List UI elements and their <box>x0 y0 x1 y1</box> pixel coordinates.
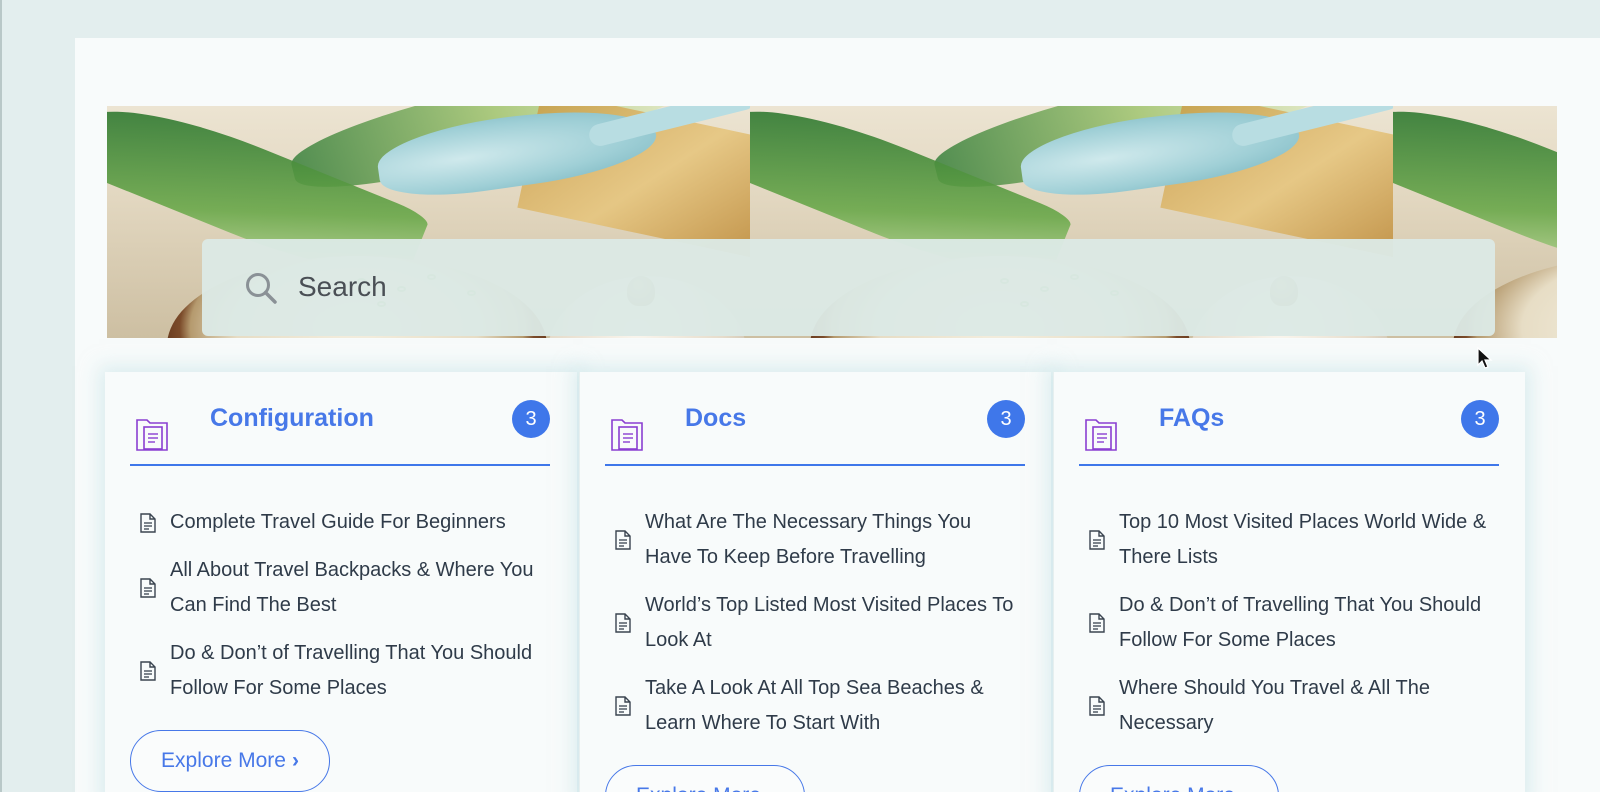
count-badge: 3 <box>512 400 550 438</box>
explore-more-label: Explore More <box>1110 784 1235 792</box>
doc-link[interactable]: All About Travel Backpacks & Where You C… <box>140 553 540 623</box>
category-card-configuration: Configuration 3 Complete Travel Guide Fo… <box>105 372 577 792</box>
doc-link[interactable]: What Are The Necessary Things You Have T… <box>615 505 1015 575</box>
chevron-right-icon: › <box>767 784 774 792</box>
doc-link-label: Take A Look At All Top Sea Beaches & Lea… <box>645 677 984 734</box>
explore-more-button[interactable]: Explore More› <box>130 730 330 792</box>
folder-document-icon <box>611 419 643 451</box>
doc-link[interactable]: Do & Don’t of Travelling That You Should… <box>140 636 540 706</box>
search-bar[interactable] <box>202 239 1495 336</box>
category-card-docs: Docs 3 What Are The Necessary Things You… <box>579 372 1051 792</box>
count-badge: 3 <box>1461 400 1499 438</box>
doc-link[interactable]: Complete Travel Guide For Beginners <box>140 505 540 540</box>
chevron-right-icon: › <box>1241 784 1248 792</box>
card-header: Configuration 3 <box>130 396 550 466</box>
explore-more-button[interactable]: Explore More › <box>1079 765 1279 792</box>
search-icon <box>246 273 277 304</box>
search-input[interactable] <box>298 267 1398 307</box>
document-icon <box>1089 696 1105 716</box>
doc-link-label: Do & Don’t of Travelling That You Should… <box>170 642 533 699</box>
mouse-cursor-icon <box>1477 347 1493 369</box>
doc-link[interactable]: World’s Top Listed Most Visited Places T… <box>615 588 1015 658</box>
document-icon <box>1089 530 1105 550</box>
document-icon <box>615 530 631 550</box>
doc-link-label: Where Should You Travel & All The Necess… <box>1119 677 1430 734</box>
count-badge: 3 <box>987 400 1025 438</box>
divider <box>605 464 1025 466</box>
doc-link[interactable]: Take A Look At All Top Sea Beaches & Lea… <box>615 671 1015 741</box>
explore-more-label: Explore More <box>636 784 761 792</box>
document-icon <box>1089 613 1105 633</box>
doc-list: What Are The Necessary Things You Have T… <box>615 505 1015 754</box>
doc-link[interactable]: Do & Don’t of Travelling That You Should… <box>1089 588 1489 658</box>
explore-more-button[interactable]: Explore More › <box>605 765 805 792</box>
doc-list: Complete Travel Guide For Beginners All … <box>140 505 540 719</box>
folder-document-icon <box>136 419 168 451</box>
window-edge <box>0 0 2 792</box>
card-header: FAQs 3 <box>1079 396 1499 466</box>
document-icon <box>615 613 631 633</box>
document-icon <box>615 696 631 716</box>
divider <box>1079 464 1499 466</box>
card-title[interactable]: Docs <box>685 404 746 433</box>
category-card-faqs: FAQs 3 Top 10 Most Visited Places World … <box>1053 372 1525 792</box>
card-title[interactable]: FAQs <box>1159 404 1224 433</box>
page-container: Configuration 3 Complete Travel Guide Fo… <box>75 38 1600 792</box>
folder-document-icon <box>1085 419 1117 451</box>
card-title[interactable]: Configuration <box>210 404 374 433</box>
doc-link-label: What Are The Necessary Things You Have T… <box>645 511 972 568</box>
document-icon <box>140 578 156 598</box>
document-icon <box>140 661 156 681</box>
doc-link[interactable]: Top 10 Most Visited Places World Wide & … <box>1089 505 1489 575</box>
document-icon <box>140 512 156 533</box>
doc-link-label: All About Travel Backpacks & Where You C… <box>170 559 534 616</box>
doc-link-label: Complete Travel Guide For Beginners <box>170 511 506 533</box>
doc-list: Top 10 Most Visited Places World Wide & … <box>1089 505 1489 754</box>
doc-link-label: Top 10 Most Visited Places World Wide & … <box>1119 511 1487 568</box>
doc-link-label: Do & Don’t of Travelling That You Should… <box>1119 594 1482 651</box>
doc-link[interactable]: Where Should You Travel & All The Necess… <box>1089 671 1489 741</box>
category-cards: Configuration 3 Complete Travel Guide Fo… <box>105 372 1557 792</box>
chevron-right-icon: › <box>291 749 299 772</box>
explore-more-label: Explore More <box>161 749 286 772</box>
hero-banner <box>107 106 1557 338</box>
card-header: Docs 3 <box>605 396 1025 466</box>
doc-link-label: World’s Top Listed Most Visited Places T… <box>645 594 1014 651</box>
divider <box>130 464 550 466</box>
